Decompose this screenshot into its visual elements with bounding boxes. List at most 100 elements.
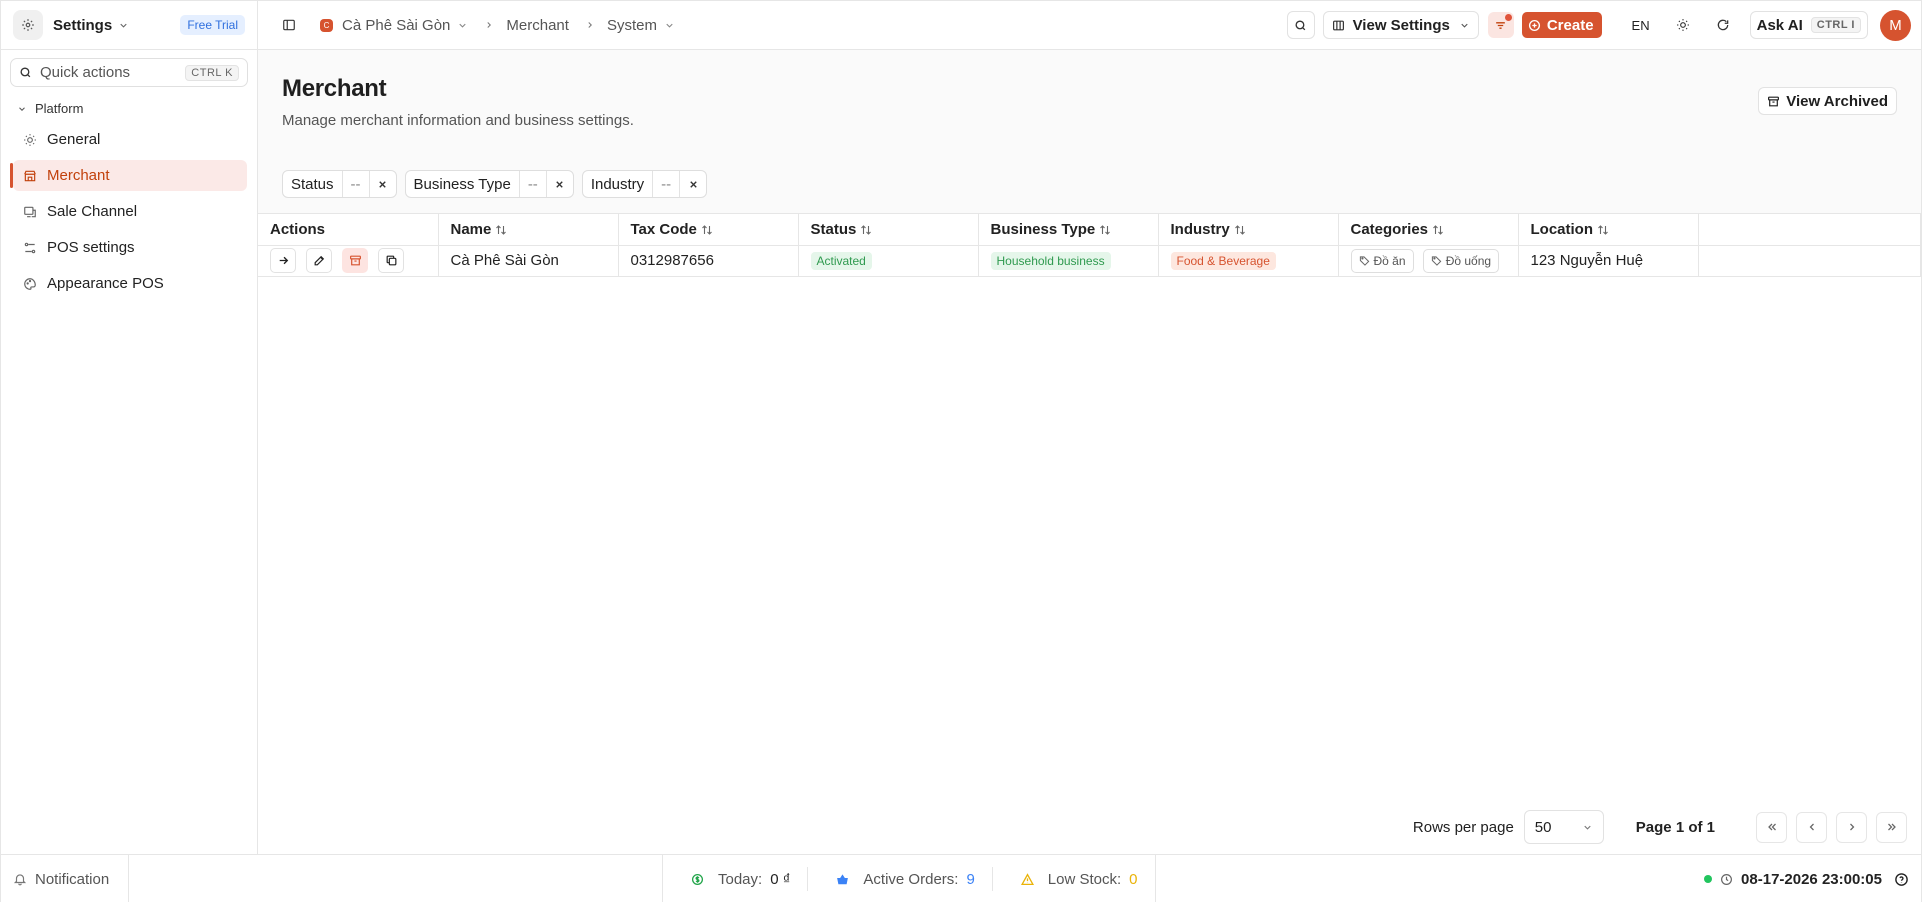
filter-chip-value: -- — [343, 171, 370, 197]
chevron-down-icon — [17, 104, 27, 114]
column-header-location[interactable]: Location — [1518, 214, 1699, 246]
rows-per-page-select[interactable]: 50 — [1523, 810, 1604, 844]
breadcrumb-merchant-switcher[interactable]: C Cà Phê Sài Gòn — [320, 17, 468, 34]
sidebar-item-appearance-pos[interactable]: Appearance POS — [13, 268, 247, 299]
column-header-status[interactable]: Status — [798, 214, 979, 246]
column-header-business-type[interactable]: Business Type — [978, 214, 1159, 246]
column-header-label: Categories — [1350, 220, 1429, 238]
column-header-filler — [1698, 214, 1921, 246]
stat-active-orders[interactable]: Active Orders: 9 — [807, 867, 991, 891]
stat-today[interactable]: Today: 0 ₫ — [663, 867, 807, 891]
sidebar-item-merchant[interactable]: Merchant — [10, 160, 247, 191]
stat-low-stock[interactable]: Low Stock: 0 — [991, 867, 1155, 891]
column-header-label: Tax Code — [630, 220, 697, 238]
merchant-logo-icon: C — [320, 18, 333, 32]
column-header-industry[interactable]: Industry — [1158, 214, 1339, 246]
ask-ai-label: Ask AI — [1756, 16, 1803, 34]
sort-icon[interactable] — [495, 224, 507, 236]
sidebar: Settings Free Trial Quick actions CTRL K… — [1, 1, 258, 854]
breadcrumb: C Cà Phê Sài Gòn Merchant System — [320, 17, 675, 34]
sidebar-item-general[interactable]: General — [13, 124, 247, 155]
next-page-button[interactable] — [1836, 811, 1867, 843]
sort-icon[interactable] — [1234, 224, 1246, 236]
stat-low-stock-label: Low Stock: — [1047, 870, 1122, 888]
table-row[interactable]: Cà Phê Sài Gòn 0312987656 Activated Hous… — [258, 245, 1921, 277]
pencil-icon — [314, 255, 324, 266]
column-header-label: Status — [810, 220, 857, 238]
clear-filter-close-icon[interactable] — [547, 171, 573, 197]
category-tag-label: Đồ uống — [1445, 253, 1492, 268]
column-header-categories[interactable]: Categories — [1338, 214, 1519, 246]
sun-icon — [1676, 19, 1689, 31]
sort-icon[interactable] — [860, 224, 872, 236]
column-header-label: Name — [450, 220, 492, 238]
view-settings-button[interactable]: View Settings — [1322, 11, 1479, 39]
quick-actions-search[interactable]: Quick actions CTRL K — [10, 58, 248, 87]
theme-toggle-button[interactable] — [1670, 12, 1696, 38]
edit-row-button[interactable] — [306, 248, 332, 273]
category-tag: Đồ uống — [1422, 248, 1500, 273]
create-button[interactable]: Create — [1521, 12, 1602, 38]
free-trial-badge[interactable]: Free Trial — [180, 15, 245, 35]
breadcrumb-item-merchant[interactable]: Merchant — [506, 17, 569, 34]
duplicate-row-button[interactable] — [378, 248, 404, 273]
clear-filter-close-icon[interactable] — [680, 171, 706, 197]
filter-button[interactable] — [1487, 12, 1514, 38]
settings-gear-icon — [13, 10, 43, 40]
status-stats: Today: 0 ₫ Active Orders: 9 Low Stock: 0 — [662, 855, 1156, 902]
chevron-right-icon — [585, 20, 595, 30]
sidebar-item-pos-settings[interactable]: POS settings — [13, 232, 247, 263]
last-page-button[interactable] — [1876, 811, 1907, 843]
page-info: Page 1 of 1 — [1635, 818, 1715, 836]
column-header-actions: Actions — [258, 214, 439, 246]
breadcrumb-item-system[interactable]: System — [607, 17, 675, 34]
basket-icon — [836, 873, 849, 886]
chevrons-right-icon — [1887, 823, 1896, 831]
warning-icon — [1020, 872, 1034, 886]
copy-icon — [386, 255, 396, 266]
clear-filter-close-icon[interactable] — [370, 171, 396, 197]
app-name: Settings — [53, 16, 113, 34]
table-header-row: Actions Name Tax Code Status Business Ty… — [258, 214, 1921, 246]
filter-chip-status[interactable]: Status -- — [282, 170, 397, 198]
language-switcher[interactable]: EN — [1632, 18, 1650, 33]
open-row-button[interactable] — [270, 248, 296, 273]
category-tag: Đồ ăn — [1350, 248, 1414, 273]
filter-active-dot — [1504, 14, 1512, 21]
platform-group-label: Platform — [35, 101, 84, 116]
filter-chip-business-type[interactable]: Business Type -- — [404, 170, 574, 198]
first-page-button[interactable] — [1756, 811, 1787, 843]
column-header-name[interactable]: Name — [438, 214, 619, 246]
sidebar-item-label: Appearance POS — [47, 275, 164, 292]
ask-ai-button[interactable]: Ask AI CTRL I — [1749, 11, 1868, 39]
chevron-down-icon — [1459, 20, 1470, 31]
user-avatar[interactable]: M — [1880, 9, 1911, 41]
arrow-right-icon — [279, 256, 288, 265]
app-switcher[interactable]: Settings — [43, 17, 129, 34]
pagination: Rows per page 50 Page 1 of 1 — [1413, 810, 1907, 844]
search-button[interactable] — [1286, 11, 1315, 39]
online-indicator — [1704, 875, 1713, 883]
sort-icon[interactable] — [1099, 224, 1111, 236]
refresh-button[interactable] — [1710, 12, 1736, 38]
search-icon — [1295, 19, 1306, 30]
prev-page-button[interactable] — [1796, 811, 1827, 843]
toggle-sidebar-button[interactable] — [276, 12, 302, 38]
column-header-tax-code[interactable]: Tax Code — [618, 214, 799, 246]
sidebar-item-sale-channel[interactable]: Sale Channel — [13, 196, 247, 227]
view-archived-button[interactable]: View Archived — [1758, 87, 1897, 115]
cell-business-type: Household business — [978, 245, 1159, 277]
sort-icon[interactable] — [1597, 224, 1609, 236]
chevron-right-icon — [1849, 823, 1854, 831]
sort-icon[interactable] — [1432, 224, 1444, 236]
help-icon[interactable] — [1894, 872, 1909, 887]
page-description: Manage merchant information and business… — [282, 112, 634, 129]
sort-icon[interactable] — [701, 224, 713, 236]
breadcrumb-item: Cà Phê Sài Gòn — [342, 16, 451, 34]
platform-group-toggle[interactable]: Platform — [17, 101, 257, 116]
cell-tax-code: 0312987656 — [618, 245, 799, 277]
filter-chip-industry[interactable]: Industry -- — [581, 170, 708, 198]
notification-button[interactable]: Notification — [1, 855, 129, 902]
chevrons-left-icon — [1767, 823, 1776, 831]
archive-row-button[interactable] — [342, 248, 368, 273]
